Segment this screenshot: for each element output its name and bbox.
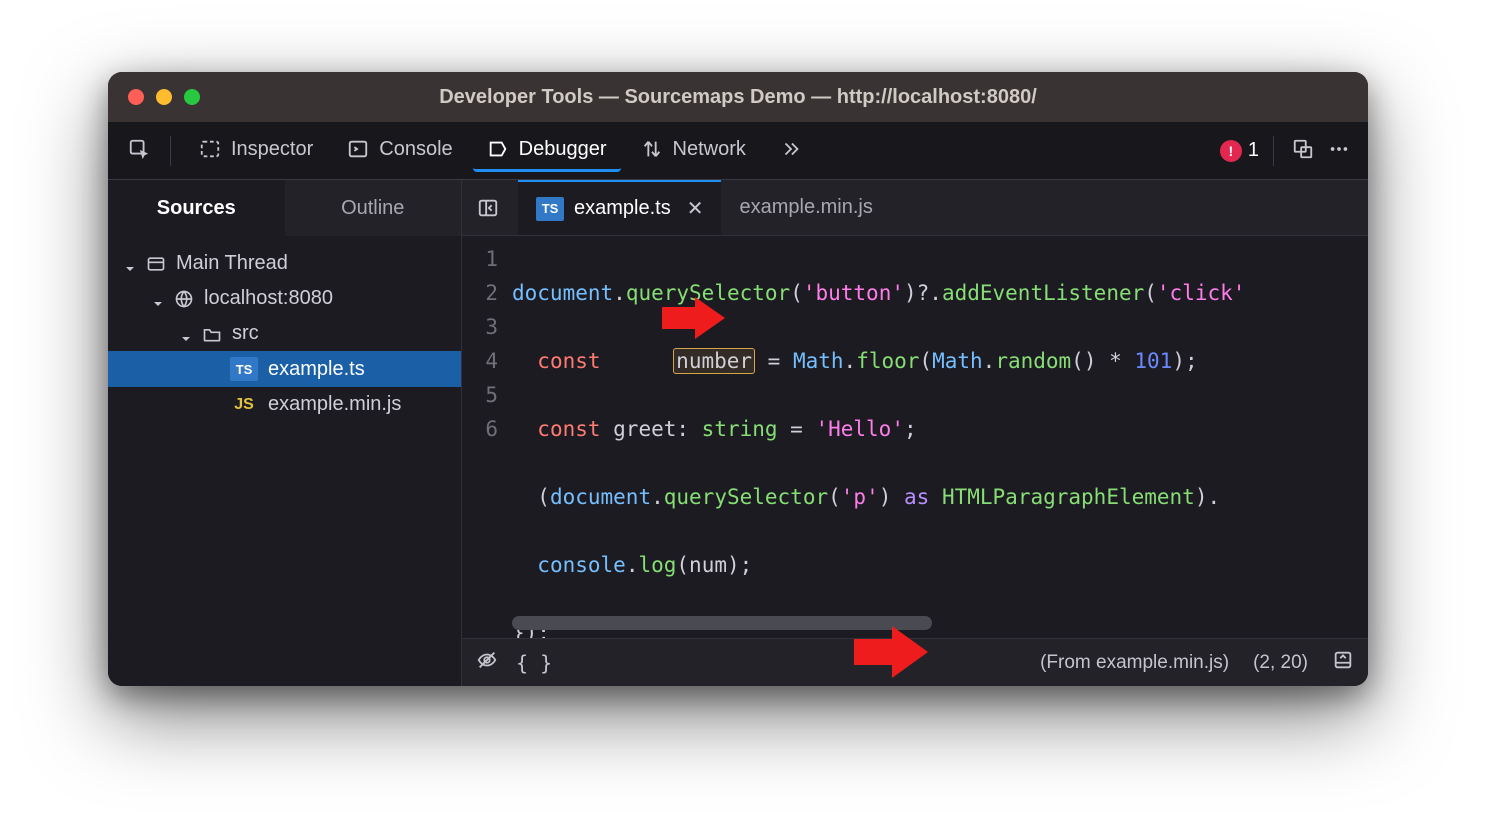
blackbox-button[interactable] [476,649,498,677]
toggle-sidebar-button[interactable] [470,190,506,226]
editor-tabs: TS example.ts ✕ example.min.js [462,180,1368,236]
globe-icon [174,289,194,309]
editor-area: TS example.ts ✕ example.min.js 1 2 3 4 5… [462,180,1368,686]
chevrons-right-icon [780,138,802,160]
network-icon [641,138,663,160]
devtools-toolbar: Inspector Console Debugger Network ! 1 [108,122,1368,180]
pointer-icon [128,138,150,160]
panel-left-icon [477,197,499,219]
highlighted-token: number [673,348,755,374]
window-title: Developer Tools — Sourcemaps Demo — http… [108,86,1368,109]
kebab-menu-button[interactable] [1324,130,1354,171]
line-gutter: 1 2 3 4 5 6 [462,236,512,638]
inspector-icon [199,138,221,160]
dots-icon [1328,138,1350,160]
close-window-button[interactable] [128,89,144,105]
sidebar-tab-outline[interactable]: Outline [285,180,462,236]
folder-icon [202,324,222,344]
tree-folder-src[interactable]: src [108,316,461,351]
pick-element-button[interactable] [122,130,156,171]
editor-tab-example-ts[interactable]: TS example.ts ✕ [518,180,721,235]
error-indicator[interactable]: ! 1 [1220,139,1259,162]
tree-file-example-min-js[interactable]: JS example.min.js [108,387,461,422]
js-badge-icon: JS [230,396,258,414]
ts-badge-icon: TS [536,197,564,221]
devtools-window: Developer Tools — Sourcemaps Demo — http… [108,72,1368,686]
separator [170,136,171,166]
tree-label: localhost:8080 [204,287,333,310]
toggle-bottom-panel-button[interactable] [1332,649,1354,677]
code-content: document.querySelector('button')?.addEve… [512,236,1368,638]
minimize-window-button[interactable] [156,89,172,105]
cursor-position: (2, 20) [1253,652,1308,674]
separator [1273,136,1274,166]
titlebar: Developer Tools — Sourcemaps Demo — http… [108,72,1368,122]
tree-label: src [232,322,259,345]
tab-filename: example.ts [574,197,671,220]
pretty-print-button[interactable]: { } [516,651,552,675]
tab-network[interactable]: Network [627,130,760,172]
error-badge-icon: ! [1220,140,1242,162]
tree-main-thread[interactable]: Main Thread [108,246,461,281]
caret-down-icon [180,328,192,340]
tree-file-example-ts[interactable]: TS example.ts [108,351,461,387]
tree-host[interactable]: localhost:8080 [108,281,461,316]
tab-filename: example.min.js [739,196,872,219]
caret-down-icon [124,258,136,270]
tree-label: Main Thread [176,252,288,275]
console-icon [347,138,369,160]
editor-tab-example-min-js[interactable]: example.min.js [721,180,890,235]
tab-label: Inspector [231,138,313,161]
maximize-window-button[interactable] [184,89,200,105]
tree-label: example.ts [268,358,365,381]
debugger-icon [487,138,509,160]
panel-bottom-icon [1332,649,1354,671]
devtools-body: Sources Outline Main Thread localhost:80… [108,180,1368,686]
horizontal-scrollbar[interactable] [512,616,932,630]
ts-badge-icon: TS [230,357,258,381]
tab-label: Console [379,138,452,161]
error-count: 1 [1248,139,1259,162]
close-tab-button[interactable]: ✕ [687,196,704,221]
sources-sidebar: Sources Outline Main Thread localhost:80… [108,180,462,686]
code-editor[interactable]: 1 2 3 4 5 6 document.querySelector('butt… [462,236,1368,638]
tab-console[interactable]: Console [333,130,466,172]
tree-label: example.min.js [268,393,401,416]
tab-debugger[interactable]: Debugger [473,130,621,172]
traffic-lights [128,89,200,105]
tab-label: Network [673,138,746,161]
window-icon [146,254,166,274]
tabs-overflow-button[interactable] [766,130,816,171]
tab-label: Debugger [519,138,607,161]
dock-icon [1292,138,1314,160]
caret-down-icon [152,293,164,305]
tab-inspector[interactable]: Inspector [185,130,327,172]
eye-off-icon [476,649,498,671]
file-tree: Main Thread localhost:8080 src TS exampl… [108,236,461,422]
dock-mode-button[interactable] [1288,130,1318,171]
sidebar-tab-sources[interactable]: Sources [108,180,285,236]
editor-statusbar: { } (From example.min.js) (2, 20) [462,638,1368,686]
sourcemap-origin: (From example.min.js) [1040,652,1229,674]
sidebar-tabs: Sources Outline [108,180,461,236]
